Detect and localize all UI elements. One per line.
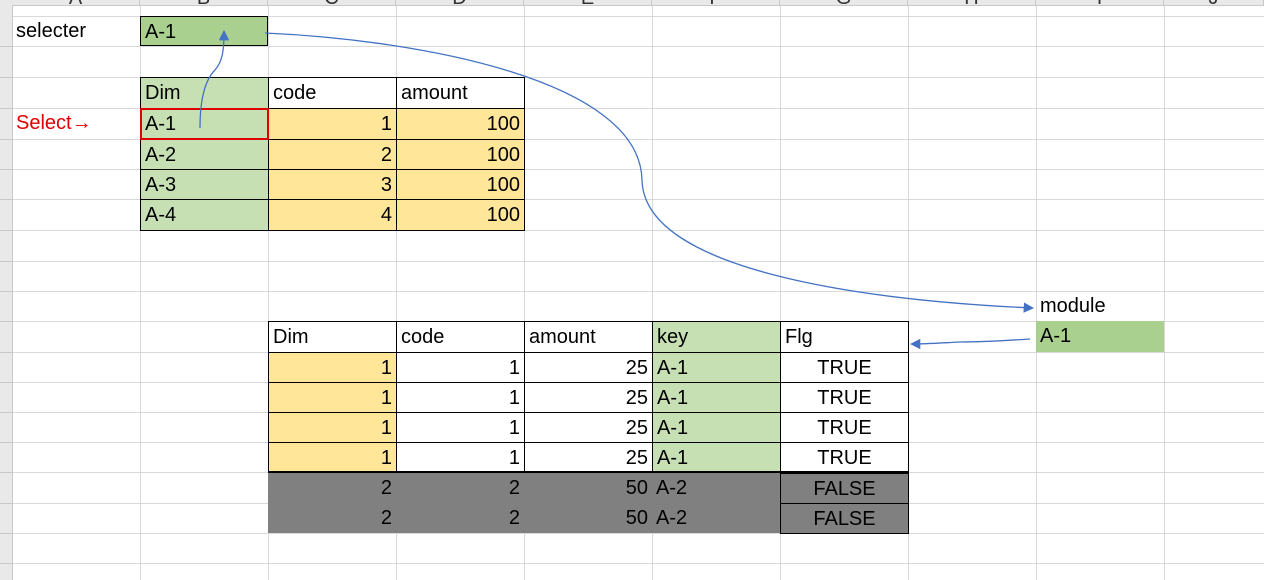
table1-code-cell[interactable]: 4 bbox=[268, 199, 397, 231]
table2-amount-cell[interactable]: 25 bbox=[524, 412, 653, 443]
column-header-e[interactable]: E bbox=[524, 0, 652, 6]
row-header-divider bbox=[0, 563, 12, 564]
row-header-divider bbox=[0, 291, 12, 292]
table2-key-cell[interactable]: A-1 bbox=[652, 382, 781, 413]
table2-code-cell[interactable]: 1 bbox=[396, 352, 525, 383]
row-header-divider bbox=[0, 169, 12, 170]
table2-dim-cell[interactable]: 2 bbox=[268, 473, 396, 503]
table2-amount-cell[interactable]: 25 bbox=[524, 382, 653, 413]
table1-amount-cell[interactable]: 100 bbox=[396, 199, 525, 231]
gridline bbox=[1036, 0, 1037, 580]
table2-flg-cell[interactable]: TRUE bbox=[780, 442, 909, 473]
row-header-divider bbox=[0, 412, 12, 413]
column-header-j[interactable]: J bbox=[1164, 0, 1264, 6]
row-header-divider bbox=[0, 352, 12, 353]
module-to-flg-arrow bbox=[909, 338, 1031, 350]
table2-code-cell[interactable]: 2 bbox=[396, 503, 524, 533]
row-header-divider bbox=[0, 199, 12, 200]
table2-flg-cell[interactable]: TRUE bbox=[780, 382, 909, 413]
table2-flg-cell[interactable]: FALSE bbox=[780, 473, 909, 504]
select-arrow-label[interactable]: Select→ bbox=[12, 108, 140, 139]
table2-header-key[interactable]: key bbox=[652, 321, 781, 353]
row-header-divider bbox=[0, 261, 12, 262]
table2-amount-cell[interactable]: 50 bbox=[524, 473, 652, 503]
gridline bbox=[1164, 0, 1165, 580]
table2-flg-cell[interactable]: FALSE bbox=[780, 503, 909, 534]
table2-flg-cell[interactable]: TRUE bbox=[780, 412, 909, 443]
row-header-divider bbox=[0, 503, 12, 504]
row-header-divider bbox=[0, 382, 12, 383]
row-header-divider bbox=[0, 321, 12, 322]
row-header-divider bbox=[0, 533, 12, 534]
table2-key-cell[interactable]: A-1 bbox=[652, 412, 781, 443]
selected-cell-highlight bbox=[140, 108, 269, 140]
table2-amount-cell[interactable]: 50 bbox=[524, 503, 652, 533]
table2-key-cell[interactable]: A-2 bbox=[652, 473, 780, 503]
column-header-d[interactable]: D bbox=[396, 0, 524, 6]
gridline bbox=[12, 46, 1264, 47]
column-header-i[interactable]: I bbox=[1036, 0, 1164, 6]
module-label[interactable]: module bbox=[1036, 291, 1164, 321]
module-value-cell[interactable]: A-1 bbox=[1036, 321, 1164, 352]
row-header-divider bbox=[0, 108, 12, 109]
table2-dim-cell[interactable]: 1 bbox=[268, 442, 397, 473]
table2-header-flg[interactable]: Flg bbox=[780, 321, 909, 353]
column-header-a[interactable]: A bbox=[12, 0, 140, 6]
table1-amount-cell[interactable]: 100 bbox=[396, 108, 525, 140]
table2-code-cell[interactable]: 1 bbox=[396, 412, 525, 443]
column-header-c[interactable]: C bbox=[268, 0, 396, 6]
table2-code-cell[interactable]: 1 bbox=[396, 442, 525, 473]
row-header-strip[interactable] bbox=[0, 0, 13, 580]
table2-header-dim[interactable]: Dim bbox=[268, 321, 397, 353]
table2-code-cell[interactable]: 1 bbox=[396, 382, 525, 413]
table2-dim-cell[interactable]: 1 bbox=[268, 382, 397, 413]
selecter-label[interactable]: selecter bbox=[12, 16, 140, 46]
row-header-divider bbox=[0, 77, 12, 78]
table2-dim-cell[interactable]: 1 bbox=[268, 412, 397, 443]
table2-dim-cell[interactable]: 1 bbox=[268, 352, 397, 383]
column-header-h[interactable]: H bbox=[908, 0, 1036, 6]
table1-code-cell[interactable]: 3 bbox=[268, 169, 397, 200]
table1-header-code[interactable]: code bbox=[268, 77, 397, 109]
table1-dim-cell[interactable]: A-2 bbox=[140, 139, 269, 170]
row-header-divider bbox=[0, 139, 12, 140]
table2-amount-cell[interactable]: 25 bbox=[524, 442, 653, 473]
column-header-f[interactable]: F bbox=[652, 0, 780, 6]
table2-header-amount[interactable]: amount bbox=[524, 321, 653, 353]
table2-dim-cell[interactable]: 2 bbox=[268, 503, 396, 533]
table2-flg-cell[interactable]: TRUE bbox=[780, 352, 909, 383]
table1-dim-cell[interactable]: A-3 bbox=[140, 169, 269, 200]
row-header-divider bbox=[0, 230, 12, 231]
table1-dim-cell[interactable]: A-4 bbox=[140, 199, 269, 231]
column-header-b[interactable]: B bbox=[140, 0, 268, 6]
table2-amount-cell[interactable]: 25 bbox=[524, 352, 653, 383]
gridline bbox=[12, 533, 1264, 534]
selecter-value-cell[interactable]: A-1 bbox=[140, 16, 268, 46]
table1-amount-cell[interactable]: 100 bbox=[396, 139, 525, 170]
table2-code-cell[interactable]: 2 bbox=[396, 473, 524, 503]
table1-header-amount[interactable]: amount bbox=[396, 77, 525, 109]
table2-key-cell[interactable]: A-1 bbox=[652, 442, 781, 473]
row-header-divider bbox=[0, 442, 12, 443]
table1-code-cell[interactable]: 1 bbox=[268, 108, 397, 140]
table2-key-cell[interactable]: A-1 bbox=[652, 352, 781, 383]
gridline bbox=[12, 563, 1264, 564]
row-header-divider bbox=[0, 46, 12, 47]
gridline bbox=[12, 261, 1264, 262]
table1-header-dim[interactable]: Dim bbox=[140, 77, 269, 109]
row-header-divider bbox=[0, 472, 12, 473]
table1-code-cell[interactable]: 2 bbox=[268, 139, 397, 170]
column-header-g[interactable]: G bbox=[780, 0, 908, 6]
spreadsheet-grid[interactable]: A B C D E F G H I J selecter A-1 Select→… bbox=[0, 0, 1264, 580]
table1-amount-cell[interactable]: 100 bbox=[396, 169, 525, 200]
table2-key-cell[interactable]: A-2 bbox=[652, 503, 780, 533]
table2-header-code[interactable]: code bbox=[396, 321, 525, 353]
